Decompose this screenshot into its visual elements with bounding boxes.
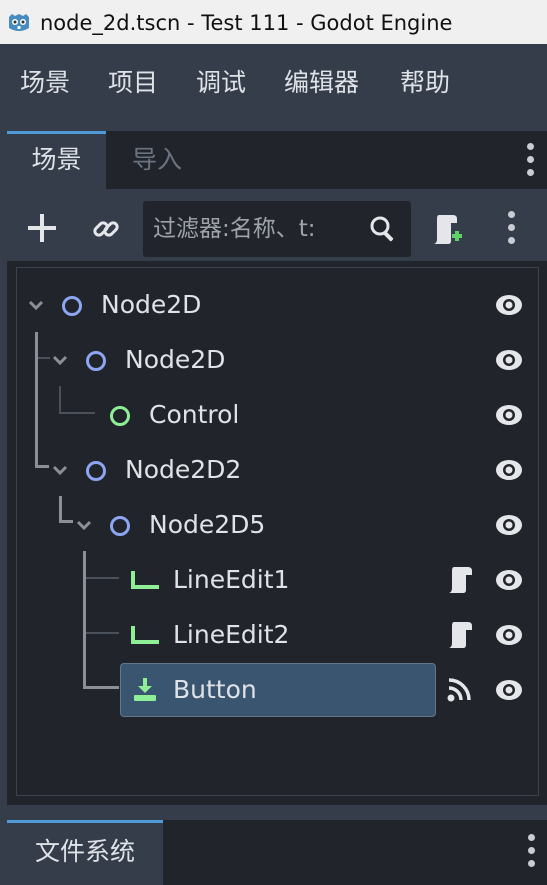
tree-row-node2d-root[interactable]: Node2D [17, 278, 538, 332]
menu-help[interactable]: 帮助 [400, 68, 450, 98]
dock-tab-bar: 场景 导入 [7, 131, 547, 189]
tree-row-node2d2[interactable]: Node2D2 [17, 443, 538, 497]
node2d-icon [62, 296, 82, 316]
dock-menu-icon[interactable] [526, 143, 534, 179]
tree-row-node2d[interactable]: Node2D [17, 333, 538, 387]
tree-row-lineedit2[interactable]: LineEdit2 [17, 608, 538, 662]
chevron-down-icon[interactable] [52, 464, 68, 476]
menu-bar: 场景 项目 调试 编辑器 帮助 [0, 44, 547, 130]
node2d-icon [86, 461, 106, 481]
visibility-eye-icon[interactable] [495, 624, 523, 646]
scene-dock: 场景 导入 过滤器:名称、t: Node2D Node2D Control No… [7, 131, 547, 805]
filesystem-dock: 文件系统 [7, 820, 547, 885]
chevron-down-icon[interactable] [28, 299, 44, 311]
chevron-down-icon[interactable] [76, 519, 92, 531]
instance-scene-link-icon[interactable] [91, 214, 121, 244]
add-node-icon[interactable] [27, 213, 57, 243]
filter-search-input[interactable] [153, 213, 363, 245]
control-node-icon [110, 406, 130, 426]
menu-scene[interactable]: 场景 [20, 68, 70, 98]
node2d-icon [86, 351, 106, 371]
godot-logo-icon [9, 14, 29, 31]
scene-options-icon[interactable] [507, 211, 515, 247]
node-label: Node2D2 [125, 455, 242, 484]
signals-icon[interactable] [447, 678, 471, 702]
search-icon [370, 216, 394, 242]
tab-scene[interactable]: 场景 [7, 131, 106, 189]
visibility-eye-icon[interactable] [495, 404, 523, 426]
visibility-eye-icon[interactable] [495, 679, 523, 701]
chevron-down-icon[interactable] [52, 354, 68, 366]
menu-project[interactable]: 项目 [108, 68, 158, 98]
script-icon[interactable] [446, 620, 474, 650]
scene-toolbar [7, 189, 547, 261]
menu-debug[interactable]: 调试 [196, 68, 246, 98]
tab-filesystem[interactable]: 文件系统 [7, 820, 163, 885]
tree-row-button[interactable]: Button [17, 663, 538, 717]
visibility-eye-icon[interactable] [495, 514, 523, 536]
node-label: Node2D [125, 345, 226, 374]
selection-highlight [120, 663, 436, 717]
lineedit-icon [131, 571, 159, 589]
tree-row-control[interactable]: Control [17, 388, 538, 442]
node-label: Node2D [101, 290, 202, 319]
node-label: Button [173, 675, 257, 704]
node-label: Control [149, 400, 240, 429]
script-icon[interactable] [446, 565, 474, 595]
visibility-eye-icon[interactable] [495, 459, 523, 481]
attach-script-icon[interactable] [431, 213, 463, 247]
scene-tree: Node2D Node2D Control Node2D2 Node2D5 Li… [16, 267, 539, 796]
tree-row-lineedit1[interactable]: LineEdit1 [17, 553, 538, 607]
menu-editor[interactable]: 编辑器 [284, 68, 359, 98]
title-bar: node_2d.tscn - Test 111 - Godot Engine [0, 0, 547, 44]
filter-search-box [143, 201, 411, 257]
visibility-eye-icon[interactable] [495, 349, 523, 371]
node-label: LineEdit2 [173, 620, 290, 649]
tab-import[interactable]: 导入 [107, 131, 207, 189]
tree-row-node2d5[interactable]: Node2D5 [17, 498, 538, 552]
node-label: Node2D5 [149, 510, 266, 539]
window-title: node_2d.tscn - Test 111 - Godot Engine [40, 11, 453, 35]
button-node-icon [134, 678, 156, 701]
visibility-eye-icon[interactable] [495, 569, 523, 591]
filesystem-menu-icon[interactable] [527, 834, 535, 870]
node2d-icon [110, 516, 130, 536]
visibility-eye-icon[interactable] [495, 294, 523, 316]
lineedit-icon [131, 626, 159, 644]
node-label: LineEdit1 [173, 565, 290, 594]
